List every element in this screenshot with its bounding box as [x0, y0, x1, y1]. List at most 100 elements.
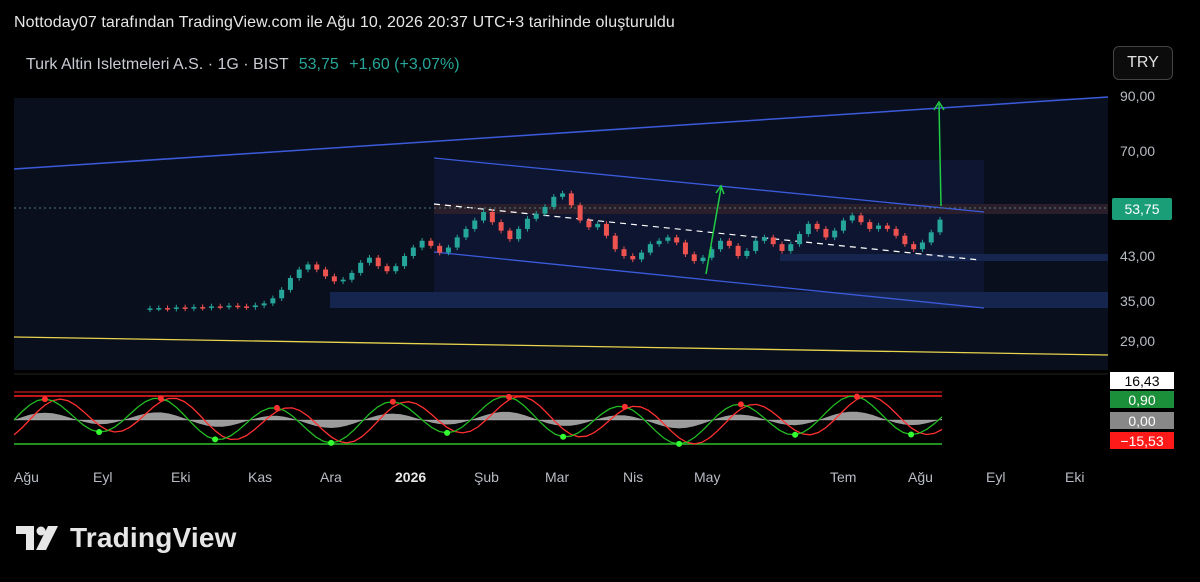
- osc-cross-dot: [621, 403, 628, 410]
- candle-body: [472, 220, 478, 229]
- candle-body: [323, 269, 329, 277]
- x-tick-label: Nis: [623, 469, 644, 485]
- candle-body: [226, 305, 232, 308]
- candle-body: [147, 308, 153, 310]
- osc-badge-zero: 0,00: [1110, 412, 1174, 429]
- candle-body: [753, 240, 759, 251]
- candle-body: [937, 219, 943, 233]
- candle-body: [603, 223, 609, 236]
- x-tick-label: Ağu: [908, 469, 933, 485]
- tradingview-brand[interactable]: TradingView: [14, 522, 237, 554]
- x-tick-label: 2026: [395, 469, 427, 485]
- candle-body: [287, 277, 293, 290]
- osc-cross-dot: [853, 393, 860, 400]
- osc-cross-dot: [444, 429, 451, 436]
- candle-body: [560, 193, 566, 197]
- osc-cross-dot: [273, 404, 280, 411]
- candle-body: [437, 245, 443, 253]
- candle-body: [805, 223, 811, 235]
- candle-body: [744, 250, 750, 256]
- candle-body: [691, 254, 697, 262]
- candle-body: [419, 240, 425, 248]
- candle-body: [314, 264, 320, 270]
- candle-body: [498, 222, 504, 231]
- x-tick-label: Eki: [1065, 469, 1085, 485]
- osc-cross-dot: [792, 431, 799, 438]
- candle-body: [463, 228, 469, 238]
- candle-body: [823, 228, 829, 238]
- candle-body: [516, 228, 522, 240]
- currency-button[interactable]: TRY: [1113, 46, 1173, 80]
- candle-body: [621, 249, 627, 256]
- tradingview-logo-icon: [16, 526, 58, 550]
- candle-body: [779, 244, 785, 251]
- candle-body: [586, 220, 592, 228]
- osc-cross-dot: [212, 436, 219, 443]
- candle-body: [568, 193, 574, 206]
- candle-body: [410, 247, 416, 256]
- candle-body: [182, 307, 188, 309]
- symbol-name: Turk Altin Isletmeleri A.S. · 1G · BIST: [26, 56, 289, 73]
- candle-body: [165, 308, 171, 310]
- osc-cross-dot: [908, 431, 915, 438]
- candle-body: [788, 244, 794, 251]
- candle-body: [524, 218, 530, 229]
- candle-body: [858, 215, 864, 223]
- x-tick-label: Eyl: [93, 469, 113, 485]
- candle-body: [919, 242, 925, 250]
- candle-body: [481, 212, 487, 221]
- candle-body: [876, 225, 882, 229]
- candle-body: [279, 289, 285, 299]
- candle-body: [893, 228, 899, 236]
- candle-body: [208, 306, 214, 308]
- last-price-badge: 53,75: [1112, 198, 1172, 220]
- y-tick-label: 70,00: [1120, 143, 1156, 159]
- candle-body: [577, 205, 583, 221]
- x-tick-label: Ağu: [14, 469, 39, 485]
- support-zone-1: [780, 254, 1108, 261]
- resistance-zone: [434, 204, 1108, 214]
- osc-badge-main: 0,90: [1110, 391, 1174, 408]
- symbol-change: +1,60 (+3,07%): [349, 56, 460, 73]
- candle-body: [402, 256, 408, 267]
- osc-cross-dot: [676, 440, 683, 447]
- osc-cross-dot: [560, 433, 567, 440]
- candle-body: [305, 264, 311, 270]
- candle-body: [252, 305, 258, 308]
- x-tick-label: Ara: [320, 469, 342, 485]
- candle-body: [840, 220, 846, 231]
- candle-body: [235, 305, 241, 308]
- candle-body: [911, 244, 917, 250]
- candle-body: [867, 222, 873, 229]
- x-tick-label: Eki: [171, 469, 191, 485]
- candle-body: [674, 237, 680, 243]
- candle-body: [375, 257, 381, 267]
- osc-cross-dot: [328, 439, 335, 446]
- candle-body: [296, 269, 302, 278]
- candle-body: [489, 212, 495, 223]
- x-tick-label: Mar: [545, 469, 570, 485]
- candle-body: [718, 240, 724, 250]
- osc-cross-dot: [505, 393, 512, 400]
- candle-body: [595, 223, 601, 228]
- candle-body: [630, 256, 636, 260]
- candle-body: [244, 306, 250, 308]
- candle-body: [428, 240, 434, 246]
- y-tick-label: 29,00: [1120, 333, 1156, 349]
- candle-body: [384, 266, 390, 272]
- candle-body: [665, 237, 671, 241]
- candle-body: [902, 235, 908, 245]
- osc-cross-dot: [157, 395, 164, 402]
- candle-body: [393, 266, 399, 272]
- y-tick-label: 90,00: [1120, 88, 1156, 104]
- candle-body: [191, 307, 197, 309]
- candle-body: [261, 303, 267, 306]
- candle-body: [639, 252, 645, 260]
- candle-body: [647, 244, 653, 253]
- candle-body: [340, 279, 346, 282]
- candle-body: [445, 247, 451, 253]
- osc-cross-dot: [41, 396, 48, 403]
- candle-body: [656, 240, 662, 245]
- candle-body: [507, 230, 513, 240]
- y-tick-label: 35,00: [1120, 293, 1156, 309]
